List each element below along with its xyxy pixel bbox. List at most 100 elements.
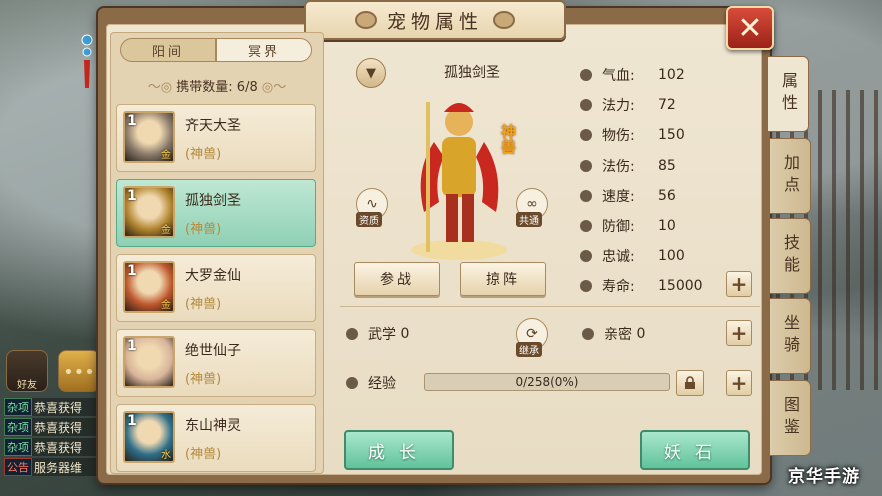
chat-tag: 杂项	[4, 418, 32, 436]
stat-value: 72	[658, 97, 676, 114]
add-intimacy-button[interactable]: +	[726, 320, 752, 346]
stat-label: 法力:	[602, 98, 635, 115]
demon-stone-button[interactable]: 妖石	[640, 430, 750, 470]
pet-name: 绝世仙子	[185, 343, 241, 359]
pet-name: 东山神灵	[185, 418, 241, 434]
pet-grade: 金	[161, 300, 171, 311]
pet-grade: 金	[161, 150, 171, 161]
martial-value: 0	[400, 326, 410, 342]
grow-button[interactable]: 成长	[344, 430, 454, 470]
chevron-down-icon[interactable]: ▼	[356, 58, 386, 88]
pet-avatar: 1金	[123, 261, 175, 313]
intimacy-value: 0	[636, 326, 646, 342]
exp-progress-text: 0/258(0%)	[515, 375, 579, 389]
stat-label: 速度:	[602, 188, 635, 205]
tab-yangjian[interactable]: 阳间	[120, 38, 216, 62]
pet-level: 1	[127, 413, 137, 429]
divider	[340, 306, 760, 307]
stat-label: 物伤:	[602, 128, 635, 145]
carry-value: 6/8	[236, 80, 258, 95]
intimacy-label: 亲密	[604, 327, 632, 343]
add-exp-button[interactable]: +	[726, 370, 752, 396]
title-ornament-icon	[354, 11, 377, 29]
pet-avatar: 1	[123, 336, 175, 388]
pet-level: 1	[127, 113, 137, 129]
pet-avatar: 1金	[123, 111, 175, 163]
stat-row: 物伤: 150	[580, 120, 760, 150]
chat-line[interactable]: 杂项 恭喜获得	[4, 418, 96, 436]
pet-grade: 水	[161, 450, 171, 461]
realm-switch: 阳间 冥界	[120, 38, 312, 62]
pet-list-item[interactable]: 1 水 东山神灵 (神兽)	[116, 404, 316, 472]
side-tab[interactable]: 坐骑	[770, 298, 811, 374]
pet-list-item[interactable]: 1 绝世仙子 (神兽)	[116, 329, 316, 397]
pet-name: 大罗金仙	[185, 268, 241, 284]
pet-level: 1	[127, 263, 137, 279]
pet-list-item[interactable]: 1 金齐天大圣 (神兽)	[116, 104, 316, 172]
title-ornament-icon	[493, 11, 515, 29]
carry-count: 〜◎ 携带数量: 6/8 ◎〜	[147, 80, 287, 95]
intimacy-row: 亲密 0	[582, 324, 645, 344]
chat-bubble-icon[interactable]: •••	[58, 350, 100, 392]
chat-tag: 杂项	[4, 438, 32, 456]
side-tab[interactable]: 加点	[770, 138, 811, 214]
stat-value: 102	[658, 67, 685, 84]
side-tab[interactable]: 属性	[768, 56, 809, 132]
stat-row: 法伤: 85	[580, 151, 760, 181]
fight-button[interactable]: 参战	[354, 262, 440, 296]
sword-icon	[580, 129, 592, 142]
chat-text: 恭喜获得	[34, 400, 83, 415]
pet-grade: 金	[161, 225, 171, 236]
pet-type: (神兽)	[185, 372, 222, 387]
pet-type: (神兽)	[185, 447, 222, 462]
friends-button[interactable]: 好友	[6, 350, 48, 392]
chat-line[interactable]: 杂项 恭喜获得	[4, 398, 96, 416]
exp-progress-bar: 0/258(0%)	[424, 373, 670, 391]
tab-mingjie[interactable]: 冥界	[216, 38, 312, 62]
stat-row: 速度: 56	[580, 181, 760, 211]
friends-label: 好友	[17, 380, 37, 391]
stat-row: 忠诚: 100	[580, 241, 760, 271]
close-button[interactable]: ✕	[726, 6, 774, 50]
chat-text: 恭喜获得	[34, 420, 83, 435]
stat-label: 防御:	[602, 219, 635, 236]
add-lifespan-button[interactable]: +	[726, 271, 752, 297]
stat-row: 法力: 72	[580, 90, 760, 120]
lock-icon[interactable]	[676, 370, 704, 396]
stat-row: 防御: 10	[580, 211, 760, 241]
heart-icon	[580, 250, 592, 263]
martial-label: 武学	[368, 327, 396, 343]
pet-character-art	[411, 102, 507, 260]
side-tab[interactable]: 技能	[770, 218, 811, 294]
pet-list-item[interactable]: 1 金孤独剑圣 (神兽)	[116, 179, 316, 247]
chat-line[interactable]: 公告 服务器维	[4, 458, 96, 476]
close-icon: ✕	[737, 10, 763, 46]
exp-row: 经验	[346, 373, 396, 393]
watermark: 京华手游	[788, 467, 860, 487]
stat-label: 忠诚:	[602, 249, 635, 266]
side-tab[interactable]: 图鉴	[770, 380, 811, 456]
aptitude-label: 资质	[356, 212, 382, 227]
stat-label: 寿命:	[602, 279, 635, 296]
pet-list-item[interactable]: 1 金大罗金仙 (神兽)	[116, 254, 316, 322]
stat-label: 气血:	[602, 68, 635, 85]
chat-line[interactable]: 杂项 恭喜获得	[4, 438, 96, 456]
shield-icon	[580, 220, 592, 233]
pendant-ornament-icon	[81, 34, 93, 88]
formation-button[interactable]: 掠阵	[460, 262, 546, 296]
flame-icon	[580, 159, 592, 172]
carry-label: 携带数量:	[176, 80, 233, 95]
chat-text: 服务器维	[34, 460, 83, 475]
speed-icon	[580, 189, 592, 202]
inherit-label: 继承	[516, 342, 542, 357]
stat-value: 56	[658, 187, 676, 204]
pet-type: (神兽)	[185, 297, 222, 312]
chat-tag: 杂项	[4, 398, 32, 416]
stats-list: 气血: 102 法力: 72 物伤: 150 法伤: 85 速度: 56 防御: 10 忠诚: 100 寿命…	[580, 60, 760, 302]
pet-display-name: 孤独剑圣	[444, 65, 500, 81]
pet-avatar: 1金	[123, 186, 175, 238]
pet-name: 齐天大圣	[185, 118, 241, 134]
stat-value: 85	[658, 157, 676, 174]
pet-type: (神兽)	[185, 147, 222, 162]
stat-row: 气血: 102	[580, 60, 760, 90]
